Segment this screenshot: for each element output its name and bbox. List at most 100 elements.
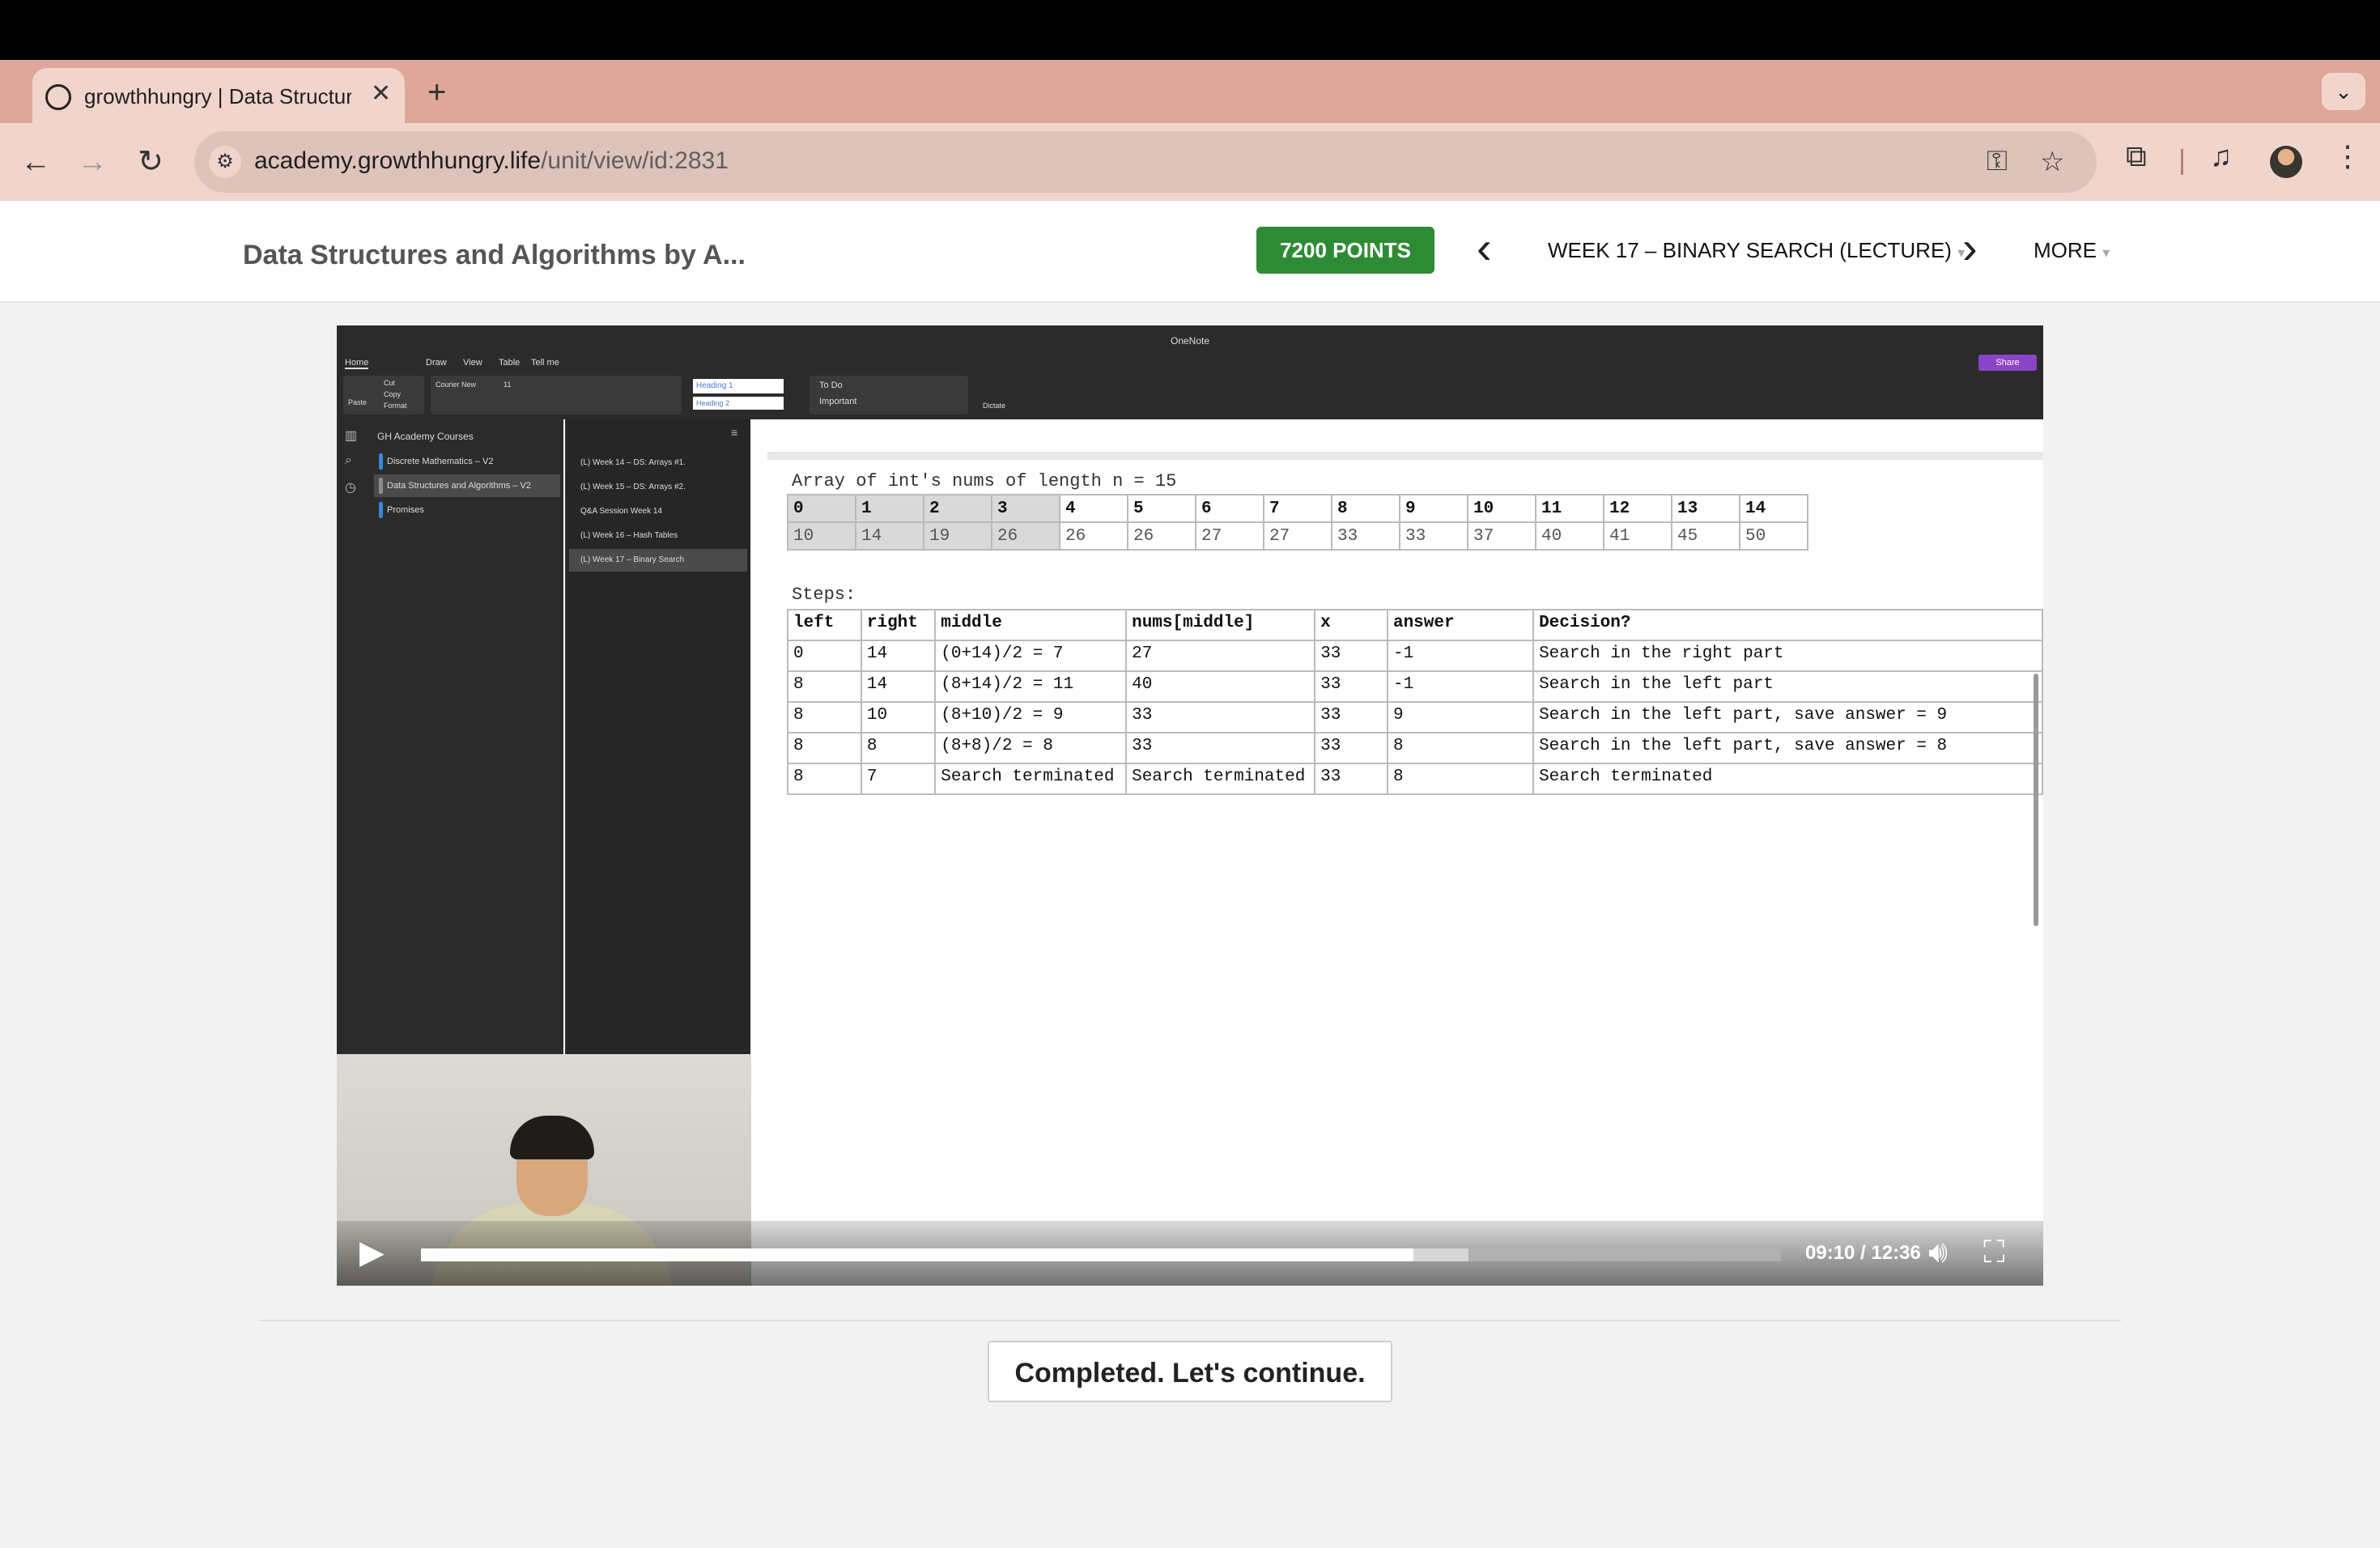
browser-tab-active[interactable]: growthhungry | Data Structures and Algor…	[32, 68, 405, 123]
forward-icon[interactable]: →	[70, 139, 115, 185]
video-controls: ▶ 09:10 / 12:36 🔊︎ ⛶	[337, 1221, 2043, 1286]
more-label: MORE	[2034, 238, 2097, 262]
course-header: Data Structures and Algorithms by A... 7…	[0, 201, 2380, 303]
steps-cell: Search terminated	[1125, 763, 1316, 795]
more-dropdown[interactable]: MORE ▾	[2034, 238, 2110, 263]
notebook-name: GH Academy Courses	[377, 431, 474, 442]
url-path: /unit/view/id:2831	[541, 147, 729, 174]
content-divider	[259, 1320, 2121, 1321]
video-player[interactable]: OneNote Home Draw View Table Tell me Pas…	[337, 325, 2043, 1286]
browser-toolbar: ← → ↻ ⚙ academy.growthhungry.life/unit/v…	[0, 123, 2380, 201]
url-text[interactable]: academy.growthhungry.life/unit/view/id:2…	[254, 147, 729, 175]
array-value-cell: 27	[1195, 521, 1264, 551]
array-value-cell: 10	[787, 521, 856, 551]
array-value-cell: 41	[1603, 521, 1672, 551]
array-value-cell: 14	[855, 521, 924, 551]
steps-cell: Search terminated	[934, 763, 1128, 795]
array-index-cell: 11	[1535, 494, 1604, 523]
video-progress-bar[interactable]	[421, 1248, 1781, 1261]
play-icon[interactable]: ▶	[359, 1234, 385, 1271]
steps-header-cell: Decision?	[1532, 609, 2043, 641]
heading1-style: Heading 1	[693, 379, 784, 393]
profile-avatar[interactable]	[2270, 146, 2302, 178]
steps-cell: 33	[1314, 763, 1388, 795]
onenote-page-canvas: Array of int's nums of length n = 15 012…	[767, 452, 2043, 857]
reload-icon[interactable]: ↻	[128, 139, 173, 185]
section-label: Discrete Mathematics – V2	[387, 457, 494, 466]
volume-icon[interactable]: 🔊︎	[1928, 1235, 1948, 1270]
important-tag: Important	[819, 397, 857, 406]
tab-title: growthhungry | Data Structures and Algor…	[84, 84, 351, 108]
array-index-cell: 12	[1603, 494, 1672, 523]
address-bar[interactable]: ⚙ academy.growthhungry.life/unit/view/id…	[194, 131, 2097, 193]
steps-cell: Search terminated	[1532, 763, 2043, 795]
steps-cell: (0+14)/2 = 7	[934, 640, 1128, 672]
site-settings-icon[interactable]: ⚙	[209, 146, 241, 178]
steps-cell: Search in the left part	[1532, 670, 2043, 703]
format-label: Format	[384, 402, 407, 410]
array-index-cell: 4	[1059, 494, 1128, 523]
onenote-ribbon: OneNote Home Draw View Table Tell me Pas…	[337, 325, 2043, 419]
array-index-cell: 7	[1263, 494, 1332, 523]
back-icon[interactable]: ←	[13, 139, 58, 185]
tab-close-icon[interactable]: ✕	[371, 79, 391, 108]
steps-cell: 33	[1314, 640, 1388, 672]
steps-cell: 14	[860, 670, 937, 703]
array-value-cell: 40	[1535, 521, 1604, 551]
steps-cell: (8+10)/2 = 9	[934, 701, 1128, 734]
password-key-icon[interactable]: ⚿	[1987, 146, 2008, 177]
array-value-cell: 26	[1127, 521, 1196, 551]
section-item: Discrete Mathematics – V2	[374, 450, 560, 473]
steps-cell: 7	[860, 763, 937, 795]
steps-cell: Search in the left part, save answer = 9	[1532, 701, 2043, 734]
instructor-hair	[510, 1116, 594, 1159]
fullscreen-icon[interactable]: ⛶	[1983, 1235, 2005, 1270]
toolbar-separator	[2181, 149, 2183, 175]
tab-search-button[interactable]: ⌄	[2322, 73, 2365, 110]
section-label: Promises	[387, 505, 424, 515]
points-button[interactable]: 7200 POINTS	[1256, 227, 1434, 274]
steps-cell: Search in the left part, save answer = 8	[1532, 732, 2043, 764]
media-control-icon[interactable]: ♫	[2210, 139, 2232, 173]
new-tab-button[interactable]: +	[427, 74, 446, 111]
onenote-menu-tellme: Tell me	[531, 358, 559, 368]
steps-cell: (8+8)/2 = 8	[934, 732, 1128, 764]
recent-icon: ◷	[345, 481, 356, 495]
prev-unit-button[interactable]: ‹	[1477, 223, 1492, 272]
onenote-menu-home: Home	[345, 358, 369, 369]
browser-menu-icon[interactable]: ⋮	[2333, 139, 2362, 173]
section-label: Data Structures and Algorithms – V2	[387, 481, 531, 491]
onenote-menu-draw: Draw	[426, 358, 447, 368]
steps-cell: 8	[787, 670, 862, 703]
array-value-cell: 33	[1399, 521, 1468, 551]
steps-cell: Search in the right part	[1532, 640, 2043, 672]
steps-cell: 33	[1125, 732, 1316, 764]
steps-cell: 8	[1386, 732, 1535, 764]
next-unit-button[interactable]: ›	[1962, 223, 1978, 272]
bookmark-star-icon[interactable]: ☆	[2040, 146, 2064, 178]
array-index-cell: 10	[1467, 494, 1536, 523]
steps-cell: 9	[1386, 701, 1535, 734]
array-value-cell: 33	[1331, 521, 1400, 551]
steps-row: 8 7 Search terminated Search terminated 33 8 S…	[787, 763, 2043, 795]
section-item: Data Structures and Algorithms – V2	[374, 474, 560, 497]
array-index-cell: 9	[1399, 494, 1468, 523]
page-item: (L) Week 14 – DS: Arrays #1.	[580, 458, 686, 467]
section-color-bar	[379, 478, 383, 494]
search-icon: ⌕	[345, 453, 352, 467]
steps-cell: 40	[1125, 670, 1316, 703]
steps-header-cell: middle	[934, 609, 1128, 641]
steps-header-cell: left	[787, 609, 862, 641]
array-index-cell: 13	[1671, 494, 1740, 523]
array-value-cell: 45	[1671, 521, 1740, 551]
lecture-dropdown[interactable]: WEEK 17 – BINARY SEARCH (LECTURE) ▾	[1548, 238, 1965, 263]
extensions-puzzle-icon[interactable]: ⧉	[2126, 139, 2147, 174]
array-index-cell: 3	[991, 494, 1060, 523]
array-table: 0 1 2 3 4 5 6 7 8 9 10 11 12 13 14 10 14 19 26 26 26 27 27 33 3…	[787, 494, 1808, 551]
steps-cell: 33	[1125, 701, 1316, 734]
page-drag-handle	[767, 452, 2043, 460]
steps-row: 8 10 (8+10)/2 = 9 33 33 9 Search in the left p…	[787, 701, 2043, 734]
steps-cell: 8	[860, 732, 937, 764]
course-title[interactable]: Data Structures and Algorithms by A...	[243, 240, 746, 271]
continue-button[interactable]: Completed. Let's continue.	[988, 1341, 1392, 1402]
